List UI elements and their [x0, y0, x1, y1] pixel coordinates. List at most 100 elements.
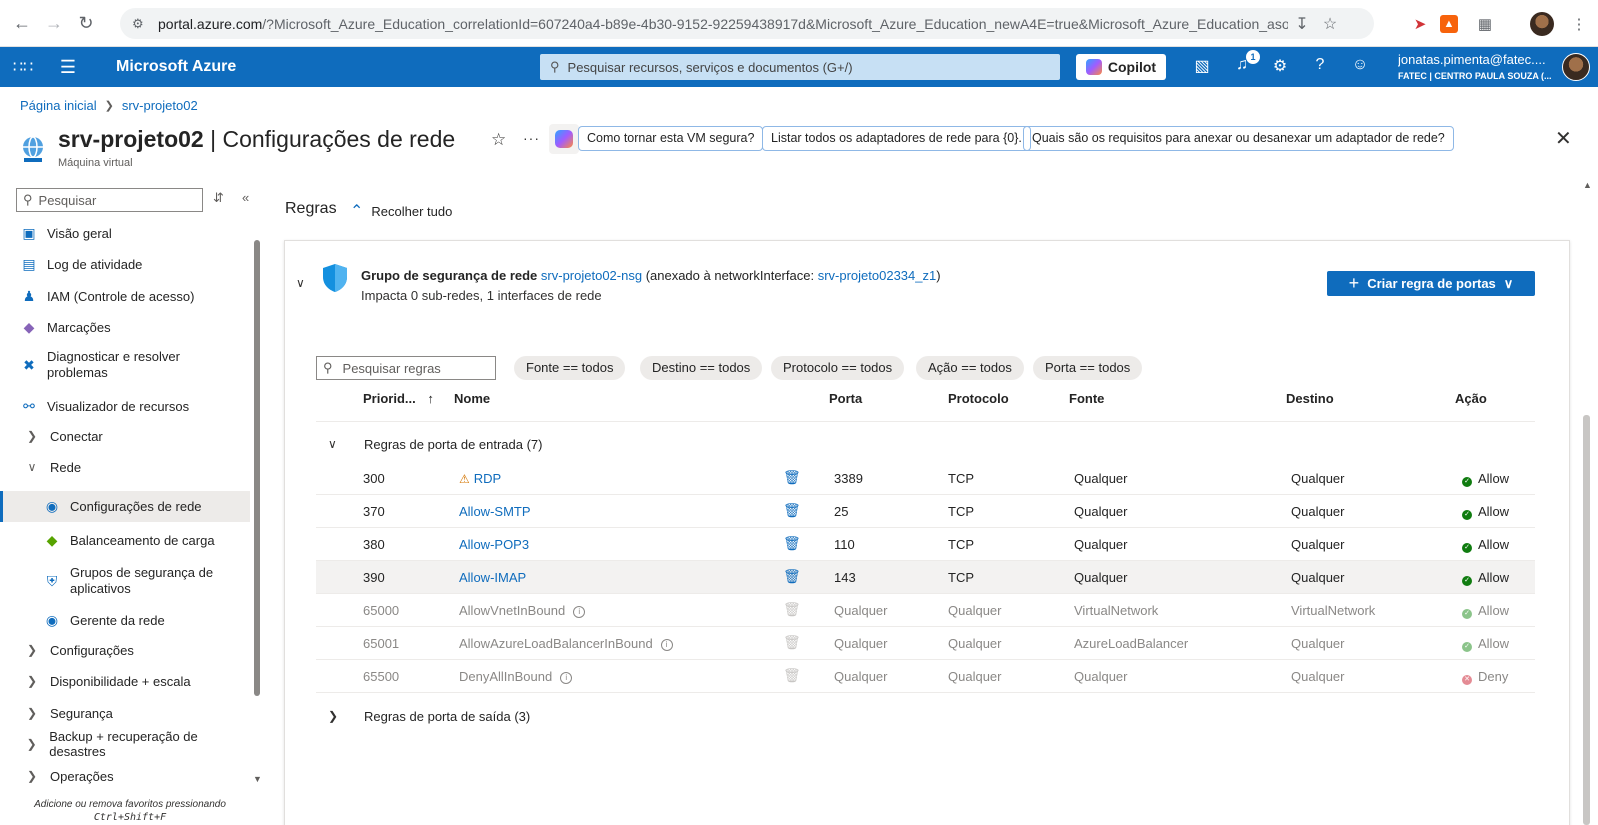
sidebar-item-load-balancing[interactable]: ◆ Balanceamento de carga — [0, 529, 250, 551]
sidebar-item-security[interactable]: ❯ Segurança — [0, 702, 250, 724]
favorite-star-icon[interactable]: ☆ — [491, 130, 506, 150]
table-row[interactable]: 300 ⚠ RDP 🗑 3389 TCP Qualquer Qualquer ✓ A… — [316, 462, 1535, 495]
chevron-down-icon: ∨ — [1503, 275, 1514, 291]
copilot-icon — [1085, 59, 1102, 75]
column-header-destination[interactable]: Destino — [1286, 391, 1334, 406]
filter-chip-source[interactable]: Fonte == todos — [514, 356, 626, 380]
table-row[interactable]: 65001 AllowAzureLoadBalancerInBound i 🗑 Q… — [316, 627, 1535, 660]
delete-trash-icon[interactable]: 🗑 — [783, 568, 801, 585]
menu-icon[interactable]: ☰ — [46, 57, 90, 78]
delete-trash-icon[interactable]: 🗑 — [783, 469, 801, 486]
account-org: FATEC | CENTRO PAULA SOUZA (... — [1398, 71, 1552, 81]
account-menu[interactable]: jonatas.pimenta@fatec.... FATEC | CENTRO… — [1398, 53, 1558, 83]
collapse-all-button[interactable]: ⌃ Recolher tudo — [350, 201, 452, 221]
info-icon[interactable]: i — [573, 606, 586, 618]
nic-link[interactable]: srv-projeto02334_z1 — [818, 268, 937, 283]
forward-arrow-icon[interactable]: → — [38, 7, 70, 39]
sidebar-scrollbar[interactable] — [254, 240, 260, 696]
megaphone-icon[interactable]: ➤ — [1408, 12, 1432, 36]
extensions-puzzle-icon[interactable]: ▦ — [1473, 12, 1497, 36]
table-row[interactable]: 65500 DenyAllInBound i 🗑 Qualquer Qualque… — [316, 660, 1535, 693]
app-launcher-icon[interactable]: ∷∷ — [0, 57, 46, 77]
cloud-shell-icon[interactable]: ▧ — [1190, 56, 1214, 78]
sort-icon[interactable]: ⇵ — [213, 190, 224, 206]
notification-count-badge: 1 — [1246, 50, 1260, 64]
outbound-rules-group[interactable]: ❯ Regras de porta de saída (3) — [316, 701, 1535, 731]
browser-menu-icon[interactable]: ⋮ — [1567, 12, 1591, 36]
column-header-priority[interactable]: Priorid... ↑ — [363, 391, 434, 406]
scroll-up-icon[interactable]: ▲ — [1583, 180, 1592, 190]
delete-trash-icon[interactable]: 🗑 — [783, 502, 801, 519]
column-header-protocol[interactable]: Protocolo — [948, 391, 1009, 406]
brand-title[interactable]: Microsoft Azure — [116, 58, 536, 76]
breadcrumb-resource-link[interactable]: srv-projeto02 — [122, 98, 198, 113]
install-app-icon[interactable]: ↧ — [1288, 14, 1316, 34]
copilot-suggestions-button[interactable] — [549, 124, 579, 154]
url-text[interactable]: portal.azure.com/?Microsoft_Azure_Educat… — [158, 16, 1288, 32]
help-icon[interactable]: ? — [1308, 56, 1332, 78]
bookmark-star-icon[interactable]: ☆ — [1316, 14, 1344, 34]
suggestion-pill[interactable]: Listar todos os adaptadores de rede para… — [762, 126, 1031, 151]
sidebar-item-network-settings[interactable]: ◉ Configurações de rede — [0, 491, 250, 522]
sidebar-item-settings[interactable]: ❯ Configurações — [0, 639, 250, 661]
sidebar-item-backup[interactable]: ❯ Backup + recuperação de desastres — [0, 729, 250, 759]
info-icon[interactable]: i — [660, 639, 673, 651]
create-port-rule-button[interactable]: + Criar regra de portas ∨ — [1327, 271, 1535, 296]
table-row[interactable]: 380 Allow-POP3 🗑 110 TCP Qualquer Qualqu… — [316, 528, 1535, 561]
scroll-down-icon[interactable]: ▼ — [253, 774, 262, 784]
filter-chip-protocol[interactable]: Protocolo == todos — [771, 356, 905, 380]
global-search-input[interactable]: ⚲ Pesquisar recursos, serviços e documen… — [540, 54, 1060, 80]
avatar[interactable] — [1562, 53, 1590, 81]
notifications-bell-icon[interactable]: ♫ 1 — [1230, 50, 1260, 78]
copilot-button[interactable]: Copilot — [1076, 54, 1166, 80]
sidebar-item-resource-visualizer[interactable]: ⚯ Visualizador de recursos — [0, 395, 250, 417]
sidebar-item-iam[interactable]: ♟ IAM (Controle de acesso) — [0, 285, 250, 307]
table-row[interactable]: 370 Allow-SMTP 🗑 25 TCP Qualquer Qualque… — [316, 495, 1535, 528]
sidebar-item-overview[interactable]: ▣ Visão geral — [0, 222, 250, 244]
column-header-name[interactable]: Nome — [454, 391, 490, 406]
column-header-action[interactable]: Ação — [1455, 391, 1487, 406]
sidebar-item-diagnose[interactable]: ✖ Diagnosticar e resolver problemas — [0, 347, 250, 383]
site-info-icon[interactable]: ⚙ — [132, 16, 148, 32]
delete-trash-icon[interactable]: 🗑 — [783, 535, 801, 552]
sidebar-item-tags[interactable]: ◆ Marcações — [0, 316, 250, 338]
sidebar-item-network-manager[interactable]: ◉ Gerente da rede — [0, 609, 250, 631]
feedback-icon[interactable]: ☺ — [1348, 56, 1372, 78]
info-icon[interactable]: i — [560, 672, 573, 684]
suggestion-pill[interactable]: Quais são os requisitos para anexar ou d… — [1023, 126, 1454, 151]
filter-chip-action[interactable]: Ação == todos — [916, 356, 1024, 380]
chevron-down-icon[interactable]: ∨ — [296, 276, 305, 290]
content-scrollbar[interactable] — [1583, 415, 1590, 825]
table-row[interactable]: 390 Allow-IMAP 🗑 143 TCP Qualquer Qualqu… — [316, 561, 1535, 594]
reload-icon[interactable]: ↻ — [70, 7, 102, 39]
back-arrow-icon[interactable]: ← — [6, 7, 38, 39]
nsg-link[interactable]: srv-projeto02-nsg — [541, 268, 642, 283]
sidebar-search-input[interactable]: ⚲ Pesquisar — [16, 188, 203, 212]
rule-search-input[interactable]: ⚲ Pesquisar regras — [316, 356, 496, 380]
inbound-rules-group[interactable]: ∨ Regras de porta de entrada (7) — [316, 429, 1535, 459]
address-bar[interactable]: ⚙ portal.azure.com/?Microsoft_Azure_Educ… — [120, 8, 1374, 39]
more-options-icon[interactable]: ··· — [523, 130, 540, 146]
suggestion-pill[interactable]: Como tornar esta VM segura? — [578, 126, 764, 151]
filter-chip-destination[interactable]: Destino == todos — [640, 356, 763, 380]
sidebar-item-availability[interactable]: ❯ Disponibilidade + escala — [0, 670, 250, 692]
load-balancer-icon: ◆ — [46, 531, 58, 548]
sidebar-item-app-security-groups[interactable]: ⛨ Grupos de segurança de aplicativos — [0, 563, 250, 599]
column-header-source[interactable]: Fonte — [1069, 391, 1104, 406]
collapse-sidebar-icon[interactable]: « — [242, 190, 249, 205]
table-row[interactable]: 65000 AllowVnetInBound i 🗑 Qualquer Qualq… — [316, 594, 1535, 627]
sidebar-item-activity-log[interactable]: ▤ Log de atividade — [0, 253, 250, 275]
close-icon[interactable]: ✕ — [1555, 126, 1572, 151]
sidebar-item-operations[interactable]: ❯ Operações — [0, 765, 250, 787]
page-subtitle: Máquina virtual — [58, 157, 133, 169]
settings-gear-icon[interactable]: ⚙ — [1268, 56, 1292, 78]
sidebar-item-connect[interactable]: ❯ Conectar — [0, 425, 250, 447]
extension-icon[interactable]: ▲ — [1440, 15, 1458, 33]
sidebar-item-network[interactable]: ∨ Rede — [0, 456, 250, 478]
breadcrumb-home-link[interactable]: Página inicial — [20, 98, 97, 113]
nsg-impact: Impacta 0 sub-redes, 1 interfaces de red… — [361, 288, 602, 303]
chevron-right-icon: ❯ — [26, 737, 37, 751]
profile-avatar[interactable] — [1530, 12, 1554, 36]
column-header-port[interactable]: Porta — [829, 391, 862, 406]
filter-chip-port[interactable]: Porta == todos — [1033, 356, 1143, 380]
